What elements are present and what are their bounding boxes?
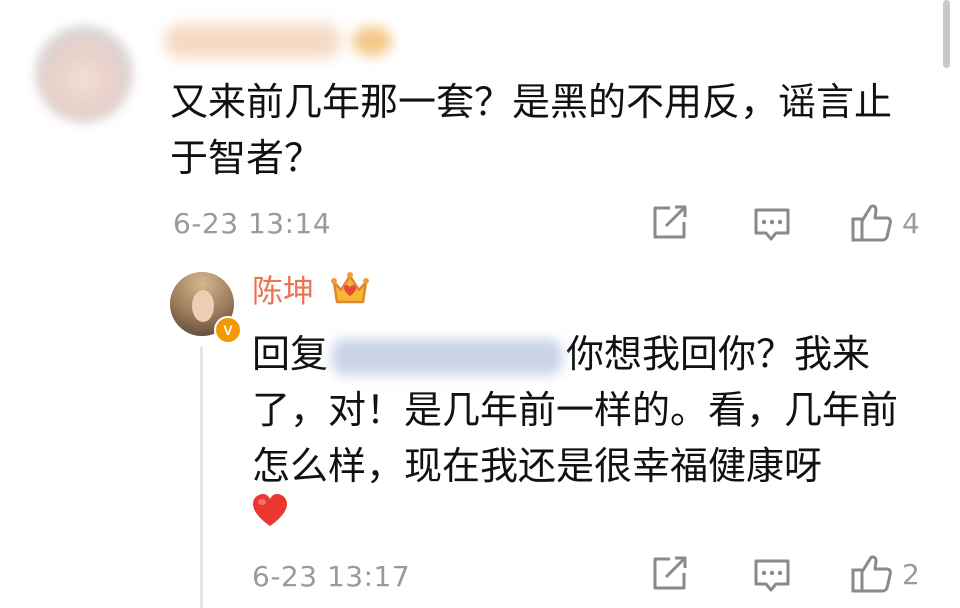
- comment-timestamp: 6-23 13:14: [173, 207, 332, 240]
- reply-share-button[interactable]: [650, 555, 690, 593]
- reply-comment-button[interactable]: [752, 557, 792, 595]
- thumbs-up-icon: [851, 555, 892, 593]
- commenter-name-blurred[interactable]: [165, 24, 340, 58]
- share-icon: [653, 205, 687, 239]
- reply-text: 回复 你想我回你？我来了，对！是几年前一样的。看，几年前怎么样，现在我还是很幸福健…: [252, 326, 912, 494]
- comment-reply-button[interactable]: [752, 206, 792, 244]
- comment-icon: [754, 559, 790, 592]
- heart-emoji-icon: [250, 492, 290, 532]
- mention-blurred[interactable]: [332, 338, 563, 375]
- comment-icon: [754, 208, 790, 241]
- comment-like-button[interactable]: 4: [850, 202, 920, 244]
- reply-timestamp: 6-23 13:17: [252, 560, 411, 593]
- thumbs-up-icon: [851, 204, 892, 242]
- reply-thread-line: [200, 346, 203, 608]
- share-icon: [653, 556, 687, 590]
- reply-prefix: 回复: [252, 332, 329, 376]
- commenter-badge-blurred: [352, 26, 392, 56]
- comment-text: 又来前几年那一套？是黑的不用反，谣言止于智者？: [170, 80, 893, 180]
- verified-v-icon: V: [214, 316, 242, 344]
- reply-username[interactable]: 陈坤: [252, 270, 314, 314]
- comment-share-button[interactable]: [650, 204, 690, 242]
- comment-like-count: 4: [902, 206, 920, 240]
- reply-like-button[interactable]: 2: [850, 553, 920, 595]
- reply-like-count: 2: [902, 557, 920, 591]
- crown-badge-icon: [330, 270, 370, 312]
- commenter-avatar-blurred[interactable]: [35, 25, 133, 123]
- scrollbar[interactable]: [943, 0, 950, 68]
